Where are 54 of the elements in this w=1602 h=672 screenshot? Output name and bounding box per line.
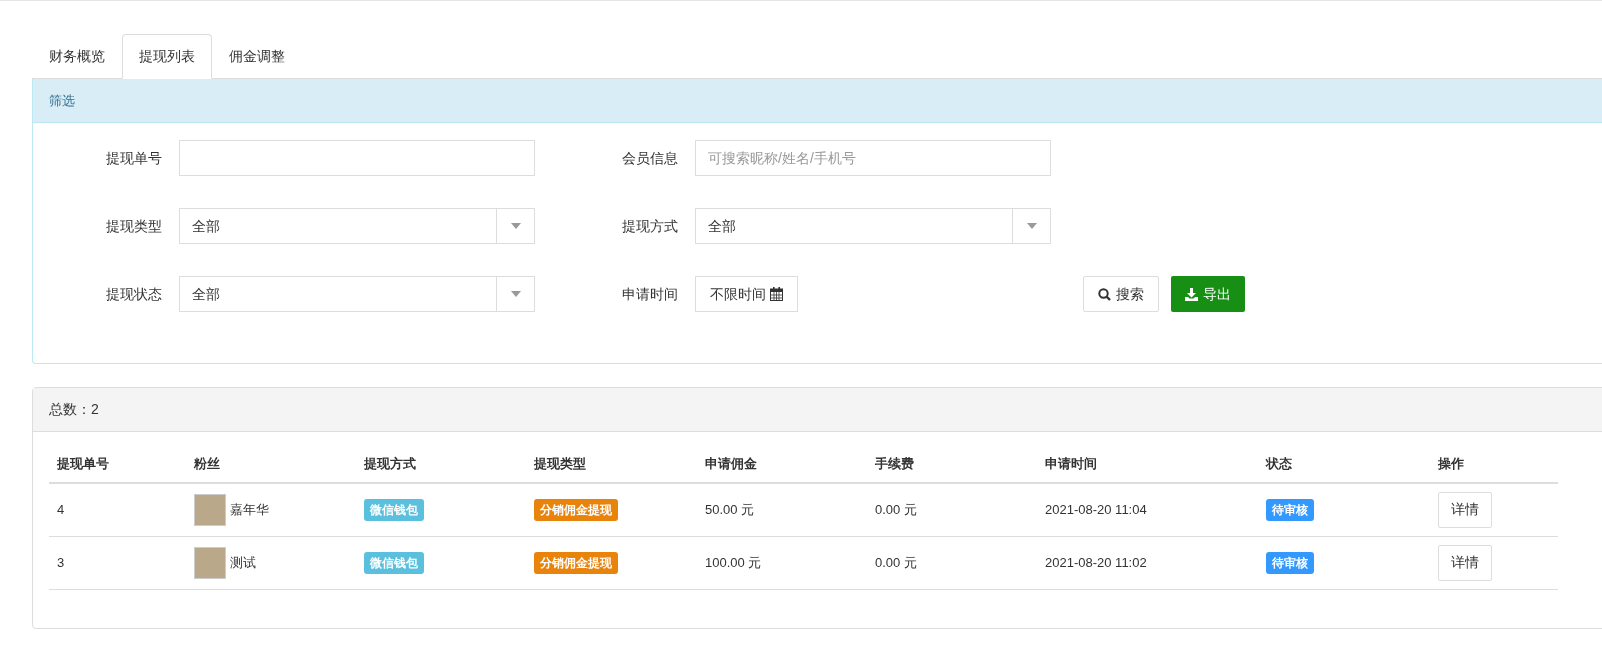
field-label: 提现状态 <box>105 284 163 304</box>
caret-icon <box>1026 223 1037 229</box>
calendar-icon <box>770 287 783 301</box>
tab[interactable]: 提现列表 <box>122 34 212 79</box>
column-header: 粉丝 <box>186 446 356 483</box>
tab[interactable]: 佣金调整 <box>212 34 302 79</box>
table-cell: 2021-08-20 11:02 <box>1037 536 1258 589</box>
column-header: 操作 <box>1430 446 1558 483</box>
column-header: 提现单号 <box>49 446 186 483</box>
fan-name: 嘉年华 <box>230 501 269 519</box>
field-label: 提现类型 <box>105 216 163 236</box>
download-icon <box>1185 287 1198 301</box>
search-button[interactable]: 搜索 <box>1083 276 1159 312</box>
status-badge: 分销佣金提现 <box>534 551 618 574</box>
column-header: 申请时间 <box>1037 446 1258 483</box>
export-button[interactable]: 导出 <box>1171 276 1245 312</box>
field-label: 提现单号 <box>105 148 163 168</box>
caret-icon <box>510 291 521 297</box>
table-cell: 2021-08-20 11:04 <box>1037 483 1258 536</box>
column-header: 提现类型 <box>526 446 697 483</box>
table-cell: 0.00 元 <box>867 483 1037 536</box>
table-cell: 100.00 元 <box>697 536 867 589</box>
column-header: 申请佣金 <box>697 446 867 483</box>
panel-header: 总数：2 <box>33 388 1602 432</box>
status-badge: 待审核 <box>1266 498 1314 521</box>
status-badge: 待审核 <box>1266 551 1314 574</box>
photo-placeholder <box>194 546 226 579</box>
fan-name: 测试 <box>230 553 256 572</box>
select-field[interactable]: 全部 <box>179 208 535 244</box>
date-button[interactable]: 不限时间 <box>695 276 798 312</box>
detail-button[interactable]: 详情 <box>1438 491 1492 528</box>
caret-icon <box>510 223 521 229</box>
table-cell: 4 <box>49 483 186 536</box>
tab[interactable]: 财务概览 <box>32 34 122 79</box>
field-label: 申请时间 <box>621 284 679 304</box>
status-badge: 微信钱包 <box>364 551 424 574</box>
panel-header: 筛选 <box>33 79 1602 123</box>
status-badge: 微信钱包 <box>364 498 424 521</box>
column-header: 状态 <box>1258 446 1430 483</box>
search-icon <box>1098 287 1111 301</box>
input-field[interactable] <box>179 140 535 176</box>
table-cell: 0.00 元 <box>867 536 1037 589</box>
table-cell: 3 <box>49 536 186 589</box>
select-field[interactable]: 全部 <box>695 208 1051 244</box>
table-cell: 50.00 元 <box>697 483 867 536</box>
column-header: 提现方式 <box>356 446 526 483</box>
column-header: 手续费 <box>867 446 1037 483</box>
field-label: 会员信息 <box>621 148 679 168</box>
input-field[interactable]: 可搜索昵称/姓名/手机号 <box>695 140 1051 176</box>
status-badge: 分销佣金提现 <box>534 498 618 521</box>
field-label: 提现方式 <box>621 216 679 236</box>
detail-button[interactable]: 详情 <box>1438 544 1492 581</box>
photo-placeholder <box>194 493 226 526</box>
select-field[interactable]: 全部 <box>179 276 535 312</box>
